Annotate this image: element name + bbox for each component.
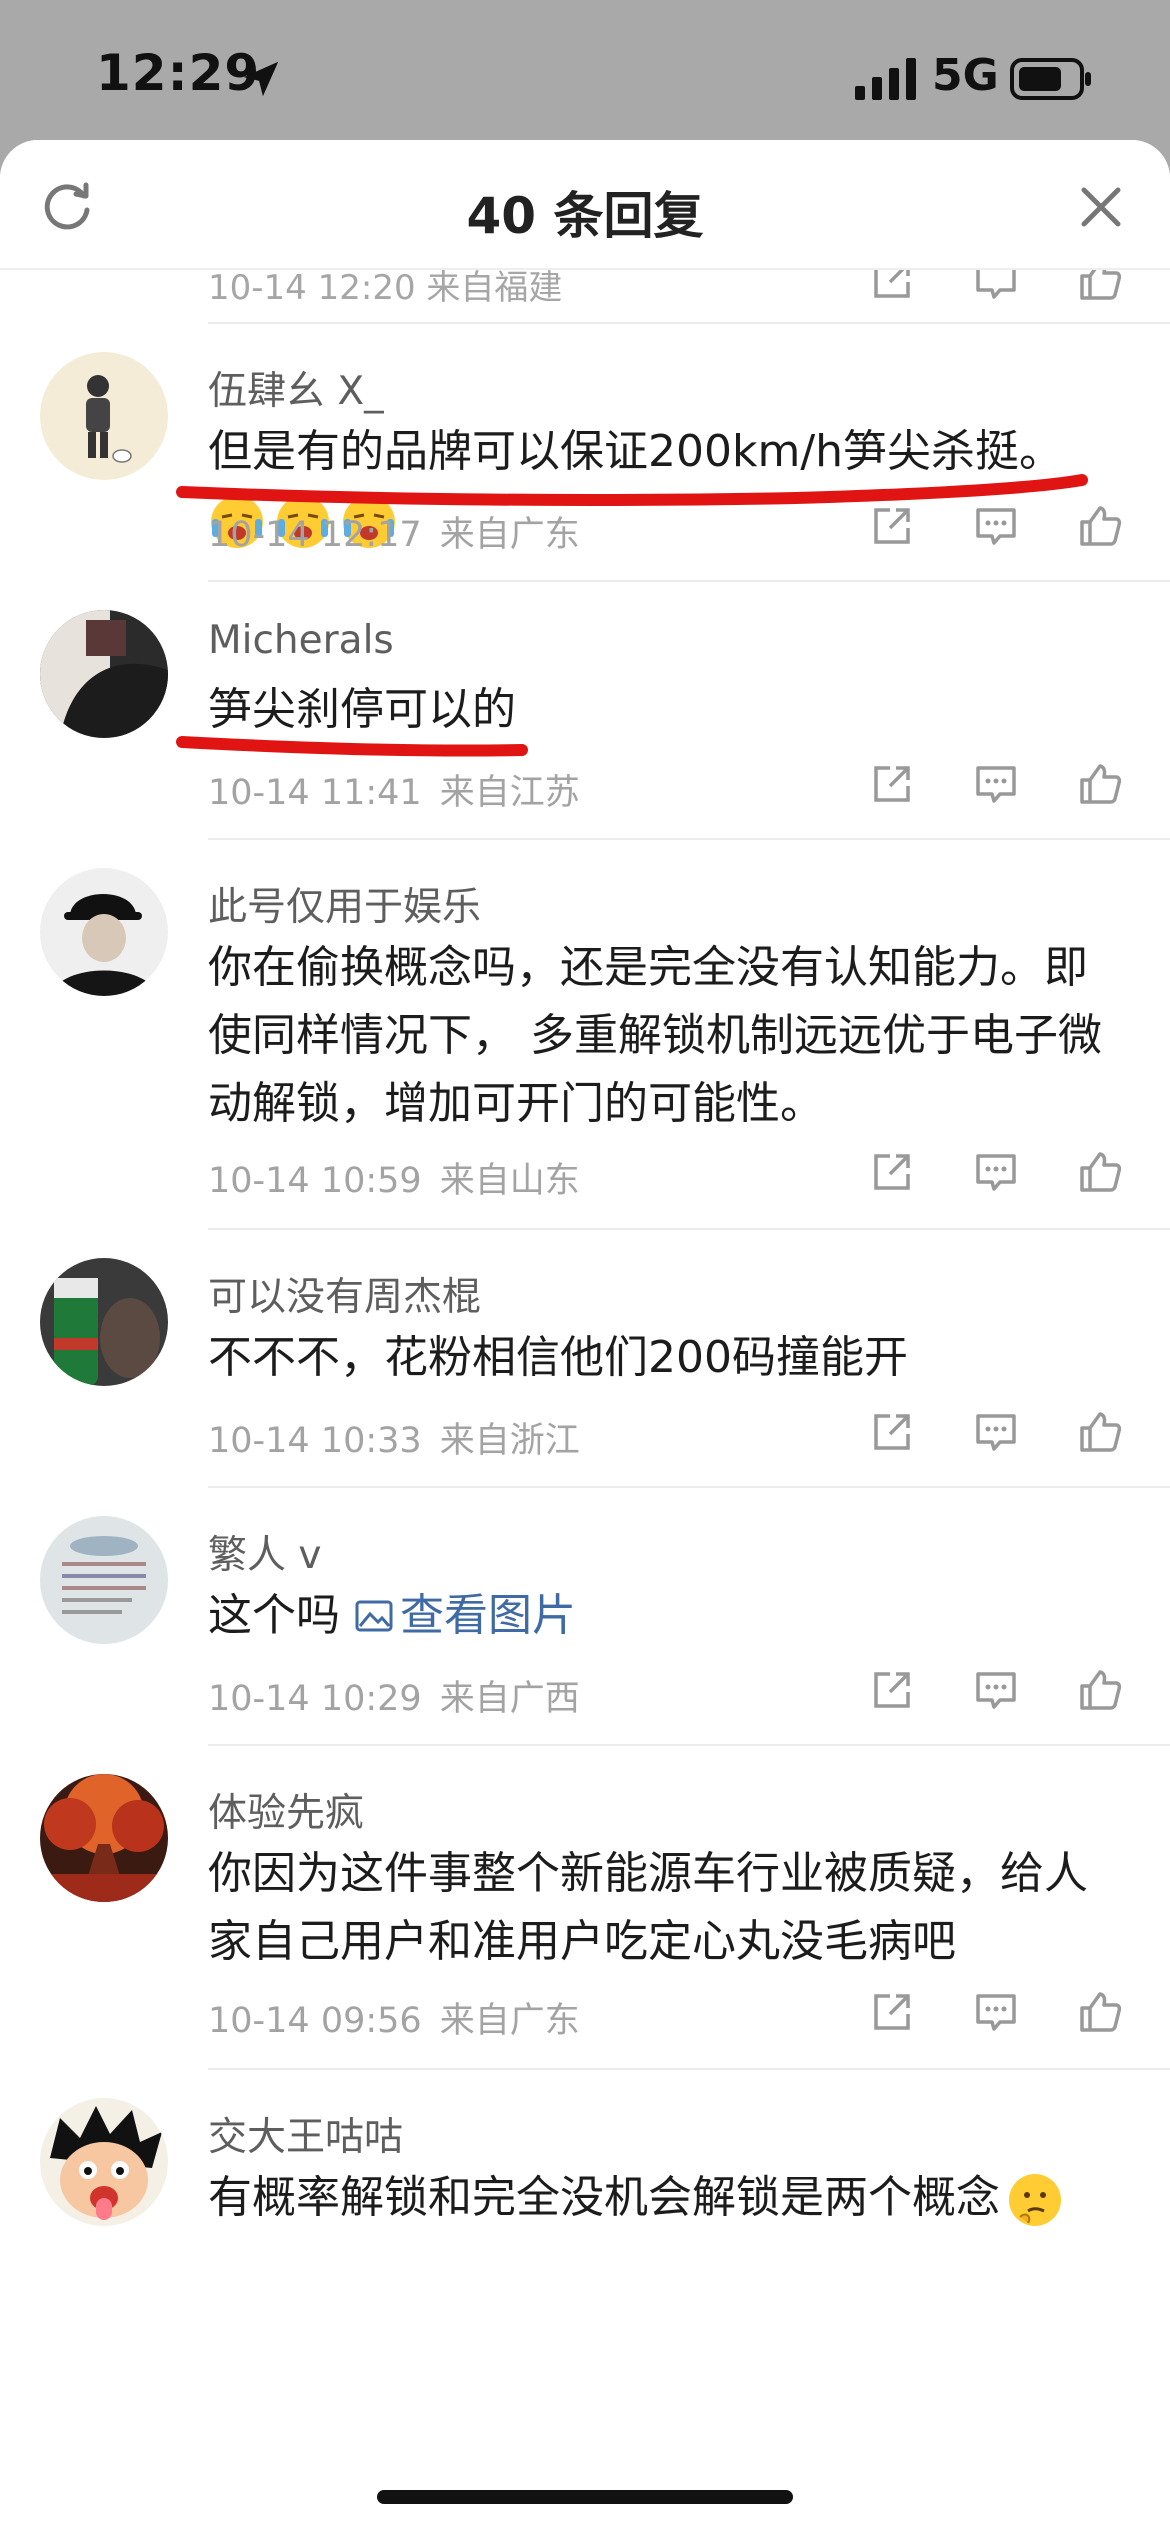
share-icon[interactable] [868, 1408, 916, 1456]
comment-icon[interactable] [972, 1988, 1020, 2036]
comment-text-body: 这个吗 [208, 1590, 354, 1641]
comment-meta: 10-14 10:29 来自广西 [208, 1670, 598, 1721]
comment-location: 来自广东 [439, 2001, 580, 2041]
comment-text: 笋尖刹停可以的 [208, 684, 516, 735]
comment-item[interactable]: 可以没有周杰棍 不不不，花粉相信他们200码撞能开 10-14 10:33 来自浙… [0, 1228, 1170, 1486]
peek-row: 10-14 12:20 来自福建 [0, 270, 1170, 324]
comment-meta: 10-14 09:56 来自广东 [208, 1992, 598, 2043]
comment-text: 不不不，花粉相信他们200码撞能开 [208, 1332, 908, 1383]
header-divider [0, 268, 1170, 270]
comment-username[interactable]: 体验先疯 [208, 1782, 364, 1838]
location-arrow-icon [243, 61, 279, 97]
comment-item[interactable]: Micherals 笋尖刹停可以的 10-14 11:41 来自江苏 [0, 580, 1170, 838]
comment-date: 10-14 10:29 [208, 1679, 422, 1719]
comment-item[interactable]: 体验先疯 你因为这件事整个新能源车行业被质疑，给人家自己用户和准用户吃定心丸没毛… [0, 1744, 1170, 2068]
comment-date: 10-14 10:59 [208, 1161, 422, 1201]
comment-icon[interactable] [972, 1148, 1020, 1196]
comment-location: 来自山东 [439, 1161, 580, 1201]
avatar[interactable] [40, 610, 168, 738]
comment-meta: 10-14 10:59 来自山东 [208, 1152, 598, 1203]
comment-location: 来自广东 [439, 515, 580, 555]
cellular-signal-icon [855, 58, 916, 100]
comment-divider [208, 1228, 1170, 1230]
peek-meta: 10-14 12:20 来自福建 [208, 270, 563, 308]
comment-icon[interactable] [972, 760, 1020, 808]
sheet-header: 40 条回复 [0, 140, 1170, 270]
comment-meta: 10-14 11:41 来自江苏 [208, 764, 598, 815]
comment-icon[interactable] [972, 502, 1020, 550]
comment-icon[interactable] [972, 270, 1020, 304]
comment-date: 10-14 09:56 [208, 2001, 422, 2041]
comment-username[interactable]: 繁人 v [208, 1524, 321, 1580]
avatar[interactable] [40, 1258, 168, 1386]
comment-text: 你因为这件事整个新能源车行业被质疑，给人家自己用户和准用户吃定心丸没毛病吧 [208, 1848, 1088, 1967]
close-icon[interactable] [1076, 182, 1126, 232]
comment-item[interactable]: 伍肆幺 X_ 但是有的品牌可以保证200km/h笋尖杀挺。 10-14 12:1… [0, 322, 1170, 580]
comment-location: 来自浙江 [439, 1421, 580, 1461]
comment-text: 这个吗 查看图片 [208, 1582, 1118, 1650]
avatar[interactable] [40, 1774, 168, 1902]
comment-divider [208, 2068, 1170, 2070]
share-icon[interactable] [868, 1148, 916, 1196]
comment-username[interactable]: 伍肆幺 X_ [208, 360, 384, 416]
status-bar: 12:29 5G [0, 0, 1170, 140]
battery-icon [1010, 58, 1091, 100]
comment-item[interactable]: 此号仅用于娱乐 你在偷换概念吗，还是完全没有认知能力。即使同样情况下， 多重解锁… [0, 838, 1170, 1228]
status-time: 12:29 [96, 44, 261, 102]
home-indicator[interactable] [377, 2490, 793, 2504]
like-icon[interactable] [1076, 1408, 1124, 1456]
replies-sheet: 40 条回复 10-14 12:20 来自福建 伍肆幺 X_ 但是有的品牌可以保… [0, 140, 1170, 2532]
share-icon[interactable] [868, 1666, 916, 1714]
like-icon[interactable] [1076, 270, 1124, 304]
comment-text: 有概率解锁和完全没机会解锁是两个概念 [208, 2164, 1118, 2232]
like-icon[interactable] [1076, 760, 1124, 808]
comment-list[interactable]: 10-14 12:20 来自福建 伍肆幺 X_ 但是有的品牌可以保证200km/… [0, 270, 1170, 2432]
comment-text-body: 但是有的品牌可以保证200km/h笋尖杀挺。 [208, 426, 1064, 477]
share-icon[interactable] [868, 502, 916, 550]
comment-username[interactable]: 交大王咕咕 [208, 2106, 403, 2162]
comment-item[interactable]: 交大王咕咕 有概率解锁和完全没机会解锁是两个概念 [0, 2068, 1170, 2432]
comment-date: 10-14 10:33 [208, 1421, 422, 1461]
comment-username[interactable]: 可以没有周杰棍 [208, 1266, 481, 1322]
comment-username[interactable]: 此号仅用于娱乐 [208, 876, 481, 932]
avatar[interactable] [40, 868, 168, 996]
share-icon[interactable] [868, 760, 916, 808]
comment-meta: 10-14 12:17 来自广东 [208, 506, 598, 557]
comment-item[interactable]: 繁人 v 这个吗 查看图片 10-14 10:29 来自广西 [0, 1486, 1170, 1744]
comment-meta: 10-14 10:33 来自浙江 [208, 1412, 598, 1463]
avatar[interactable] [40, 352, 168, 480]
share-icon[interactable] [868, 270, 916, 304]
view-image-link[interactable]: 查看图片 [354, 1590, 576, 1641]
like-icon[interactable] [1076, 502, 1124, 550]
avatar[interactable] [40, 1516, 168, 1644]
like-icon[interactable] [1076, 1988, 1124, 2036]
comment-text: 你在偷换概念吗，还是完全没有认知能力。即使同样情况下， 多重解锁机制远远优于电子… [208, 942, 1102, 1129]
comment-date: 10-14 12:17 [208, 515, 422, 555]
comment-username[interactable]: Micherals [208, 618, 394, 663]
avatar[interactable] [40, 2098, 168, 2226]
comment-location: 来自广西 [439, 1679, 580, 1719]
sheet-title: 40 条回复 [466, 187, 704, 245]
share-icon[interactable] [868, 1988, 916, 2036]
comment-location: 来自江苏 [439, 773, 580, 813]
bottom-safe-area [0, 2400, 1170, 2532]
comment-date: 10-14 11:41 [208, 773, 422, 813]
comment-icon[interactable] [972, 1408, 1020, 1456]
network-type: 5G [932, 50, 999, 101]
like-icon[interactable] [1076, 1148, 1124, 1196]
comment-divider [208, 580, 1170, 582]
view-image-label: 查看图片 [400, 1590, 576, 1641]
comment-text-body: 有概率解锁和完全没机会解锁是两个概念 [208, 2172, 1000, 2223]
like-icon[interactable] [1076, 1666, 1124, 1714]
comment-divider [208, 1486, 1170, 1488]
image-icon [355, 1600, 393, 1632]
comment-divider [208, 322, 1170, 324]
thinking-emoji-icon [1009, 2174, 1061, 2226]
comment-divider [208, 1744, 1170, 1746]
comment-divider [208, 838, 1170, 840]
comment-icon[interactable] [972, 1666, 1020, 1714]
